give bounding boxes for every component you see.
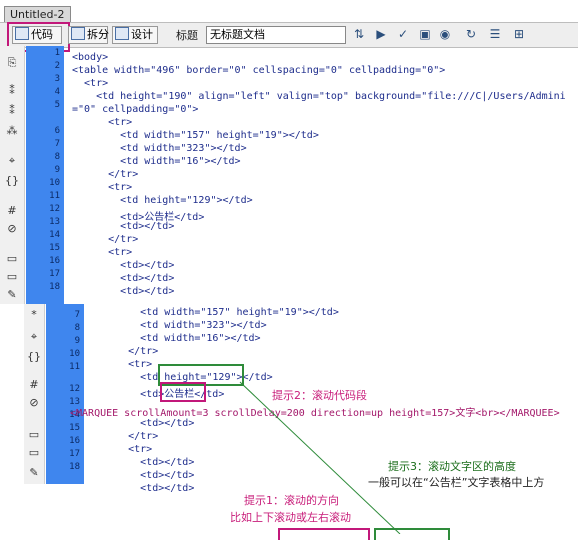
green-callout-box [374,528,450,540]
hint3-body: 一般可以在“公告栏”文字表格中上方 [368,476,545,489]
hint1-body: 比如上下滚动或左右滚动 [230,511,351,524]
hint1-title: 提示1：滚动的方向 [244,494,339,507]
annotation-connectors [239,381,401,534]
red-callout-box [278,528,370,540]
hint3-title: 提示3：滚动文字区的高度 [388,460,516,473]
hint2-text: 提示2：滚动代码段 [272,389,367,402]
